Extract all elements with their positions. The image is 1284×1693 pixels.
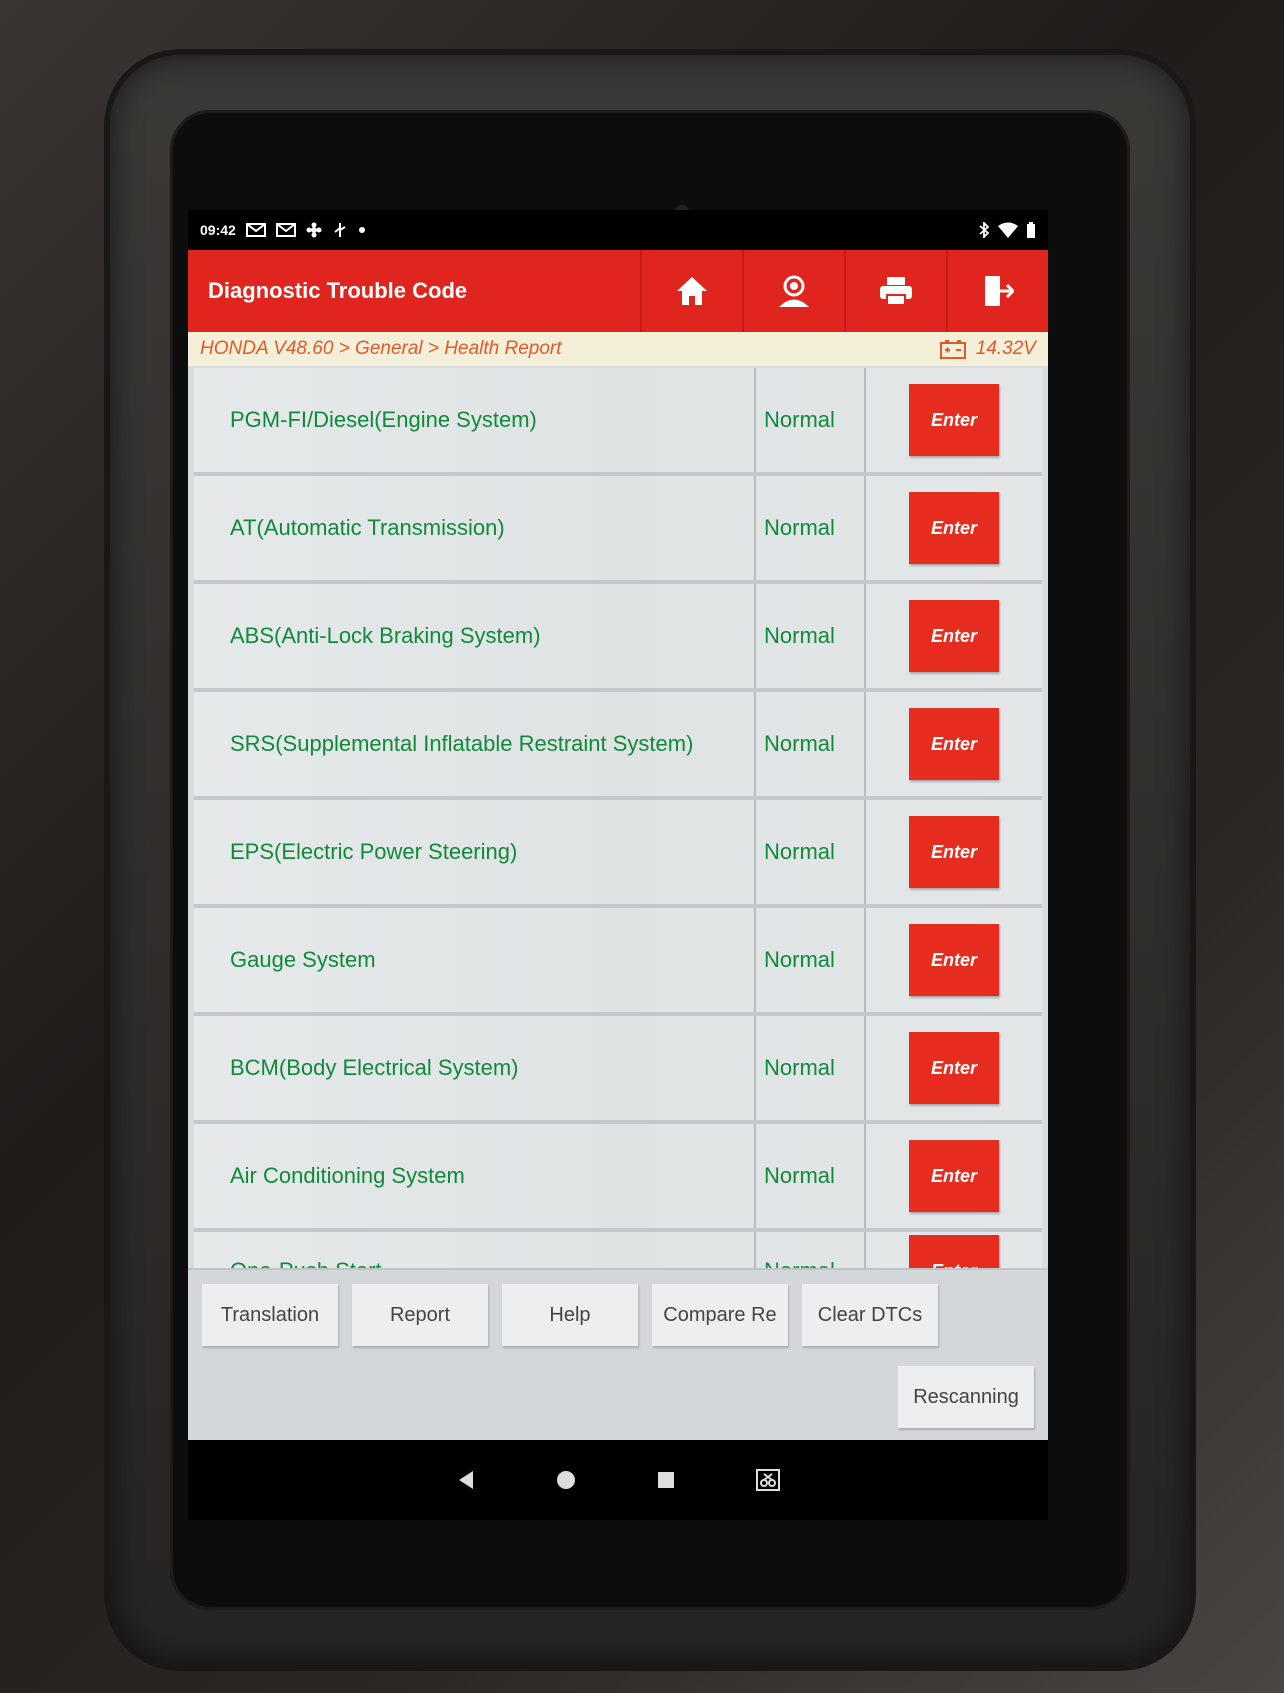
back-icon[interactable] — [455, 1469, 477, 1491]
exit-icon — [985, 276, 1014, 306]
system-name: Air Conditioning System — [194, 1124, 756, 1228]
voltage-value: 14.32V — [975, 338, 1036, 359]
bottom-toolbar: Translation Report Help Compare Re Clear… — [188, 1268, 1048, 1440]
bluetooth-icon — [979, 222, 990, 238]
system-status: Normal — [756, 1124, 866, 1228]
system-name: ABS(Anti-Lock Braking System) — [194, 584, 756, 688]
fan-icon — [306, 222, 322, 238]
user-icon — [779, 275, 809, 307]
title-bar: Diagnostic Trouble Code — [188, 250, 1048, 332]
list-item: Air Conditioning System Normal Enter — [194, 1124, 1042, 1232]
list-item: PGM-FI/Diesel(Engine System) Normal Ente… — [194, 368, 1042, 476]
mail-icon — [275, 223, 296, 237]
enter-button[interactable]: Enter — [909, 708, 999, 780]
system-name: PGM-FI/Diesel(Engine System) — [194, 368, 756, 472]
list-item: ABS(Anti-Lock Braking System) Normal Ent… — [194, 584, 1042, 692]
printer-icon — [880, 277, 912, 306]
breadcrumb: HONDA V48.60 > General > Health Report 1… — [188, 332, 1048, 366]
voltage-indicator: 14.32V — [939, 338, 1036, 360]
diagnostic-app: Diagnostic Trouble Code HONDA V48.60 > G… — [188, 250, 1048, 1440]
system-status: Normal — [756, 584, 866, 688]
user-button[interactable] — [742, 250, 844, 332]
system-status: Normal — [756, 800, 866, 904]
home-icon — [677, 277, 707, 305]
system-list: PGM-FI/Diesel(Engine System) Normal Ente… — [188, 366, 1048, 1310]
exit-button[interactable] — [946, 250, 1048, 332]
android-nav-bar — [188, 1440, 1048, 1520]
enter-button[interactable]: Enter — [909, 492, 999, 564]
clear-dtcs-button[interactable]: Clear DTCs — [802, 1284, 938, 1346]
help-button[interactable]: Help — [502, 1284, 638, 1346]
system-name: AT(Automatic Transmission) — [194, 476, 756, 580]
list-item: SRS(Supplemental Inflatable Restraint Sy… — [194, 692, 1042, 800]
enter-button[interactable]: Enter — [909, 1032, 999, 1104]
list-item: BCM(Body Electrical System) Normal Enter — [194, 1016, 1042, 1124]
list-item: Gauge System Normal Enter — [194, 908, 1042, 1016]
print-button[interactable] — [844, 250, 946, 332]
usb-icon — [334, 223, 346, 237]
dot-icon — [358, 227, 365, 233]
recents-icon[interactable] — [655, 1469, 677, 1491]
battery-voltage-icon — [939, 340, 966, 359]
enter-button[interactable]: Enter — [909, 816, 999, 888]
system-status: Normal — [756, 368, 866, 472]
mail-icon — [245, 223, 266, 237]
system-status: Normal — [756, 476, 866, 580]
system-status: Normal — [756, 1016, 866, 1120]
system-name: EPS(Electric Power Steering) — [194, 800, 756, 904]
system-name: Gauge System — [194, 908, 756, 1012]
system-status: Normal — [756, 692, 866, 796]
page-title: Diagnostic Trouble Code — [208, 278, 468, 303]
list-item: EPS(Electric Power Steering) Normal Ente… — [194, 800, 1042, 908]
enter-button[interactable]: Enter — [909, 1140, 999, 1212]
home-nav-icon[interactable] — [555, 1469, 577, 1491]
enter-button[interactable]: Enter — [909, 600, 999, 672]
system-status: Normal — [756, 908, 866, 1012]
report-button[interactable]: Report — [352, 1284, 488, 1346]
screenshot-icon[interactable] — [755, 1467, 781, 1493]
translation-button[interactable]: Translation — [202, 1284, 338, 1346]
compare-report-button[interactable]: Compare Re — [652, 1284, 788, 1346]
wifi-icon — [998, 222, 1018, 238]
battery-icon — [1027, 222, 1035, 238]
enter-button[interactable]: Enter — [909, 384, 999, 456]
rescanning-button[interactable]: Rescanning — [898, 1366, 1034, 1428]
tablet-screen: 09:42 Diagnostic Trouble Code HONDA V48.… — [188, 210, 1048, 1520]
system-name: BCM(Body Electrical System) — [194, 1016, 756, 1120]
clock: 09:42 — [200, 222, 236, 238]
list-item: AT(Automatic Transmission) Normal Enter — [194, 476, 1042, 584]
status-bar: 09:42 — [188, 210, 1048, 250]
home-button[interactable] — [640, 250, 742, 332]
breadcrumb-path: HONDA V48.60 > General > Health Report — [200, 338, 562, 359]
system-name: SRS(Supplemental Inflatable Restraint Sy… — [194, 692, 756, 796]
enter-button[interactable]: Enter — [909, 924, 999, 996]
